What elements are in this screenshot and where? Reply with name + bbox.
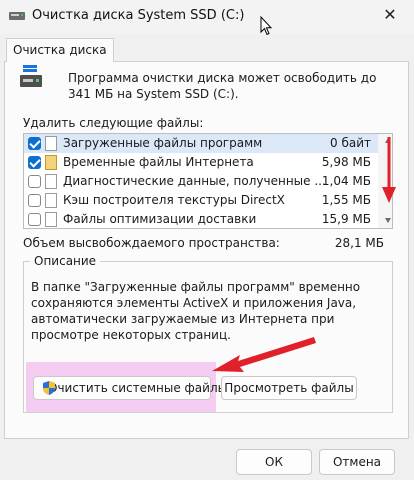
files-to-delete-label: Удалить следующие файлы:: [23, 116, 204, 130]
lock-icon: [45, 155, 57, 170]
cancel-button[interactable]: Отмена: [319, 449, 395, 475]
space-value: 28,1 МБ: [334, 236, 384, 250]
list-item[interactable]: Временные файлы Интернета 5,98 МБ: [24, 153, 379, 172]
file-icon: [45, 212, 57, 227]
description-text: В папке "Загруженные файлы программ" вре…: [31, 280, 361, 342]
list-item[interactable]: Файлы оптимизации доставки 15,9 МБ: [24, 210, 379, 228]
clean-system-files-button[interactable]: Очистить системные файлы: [33, 376, 227, 400]
space-label: Объем высвобождаемого пространства:: [23, 236, 280, 250]
checkbox[interactable]: [28, 175, 41, 188]
checkbox[interactable]: [28, 194, 41, 207]
file-size: 15,9 МБ: [321, 212, 371, 226]
files-list[interactable]: Загруженные файлы программ 0 байт Времен…: [23, 133, 393, 229]
window-title: Очистка диска System SSD (C:): [32, 8, 245, 23]
disk-cleanup-icon: [9, 12, 25, 20]
file-size: 5,98 МБ: [321, 155, 371, 169]
view-files-button[interactable]: Просмотреть файлы: [221, 376, 357, 400]
tab-disk-cleanup[interactable]: Очистка диска: [6, 38, 114, 62]
ok-button[interactable]: ОК: [236, 449, 312, 475]
file-icon: [45, 174, 57, 189]
list-item[interactable]: Диагностические данные, полученные ... 1…: [24, 172, 379, 191]
list-item[interactable]: Загруженные файлы программ 0 байт: [24, 134, 379, 153]
scroll-down-icon[interactable]: [385, 218, 391, 223]
file-name: Кэш построителя текстуры DirectX: [63, 193, 285, 207]
title-bar: Очистка диска System SSD (C:) ✕: [0, 0, 414, 34]
drive-icon: [20, 65, 42, 87]
file-icon: [45, 193, 57, 208]
file-size: 1,04 МБ: [321, 174, 371, 188]
file-name: Файлы оптимизации доставки: [63, 212, 257, 226]
mouse-cursor-icon: [260, 16, 272, 36]
checkbox[interactable]: [28, 156, 41, 169]
file-size: 1,55 МБ: [321, 193, 371, 207]
clean-system-files-label: Очистить системные файлы: [48, 381, 228, 395]
uac-shield-icon: [43, 381, 55, 395]
file-name: Временные файлы Интернета: [63, 155, 254, 169]
red-annotation-arrow-icon: [382, 137, 396, 203]
folder-icon: [45, 136, 57, 151]
list-item[interactable]: Кэш построителя текстуры DirectX 1,55 МБ: [24, 191, 379, 210]
file-name: Диагностические данные, полученные ...: [63, 174, 326, 188]
file-name: Загруженные файлы программ: [63, 136, 263, 150]
checkbox[interactable]: [28, 213, 41, 226]
close-button[interactable]: ✕: [380, 5, 400, 25]
file-size: 0 байт: [330, 136, 371, 150]
checkbox[interactable]: [28, 137, 41, 150]
description-legend: Описание: [30, 254, 101, 268]
intro-text: Программа очистки диска может освободить…: [68, 71, 377, 101]
red-annotation-arrow-icon: [212, 337, 316, 372]
